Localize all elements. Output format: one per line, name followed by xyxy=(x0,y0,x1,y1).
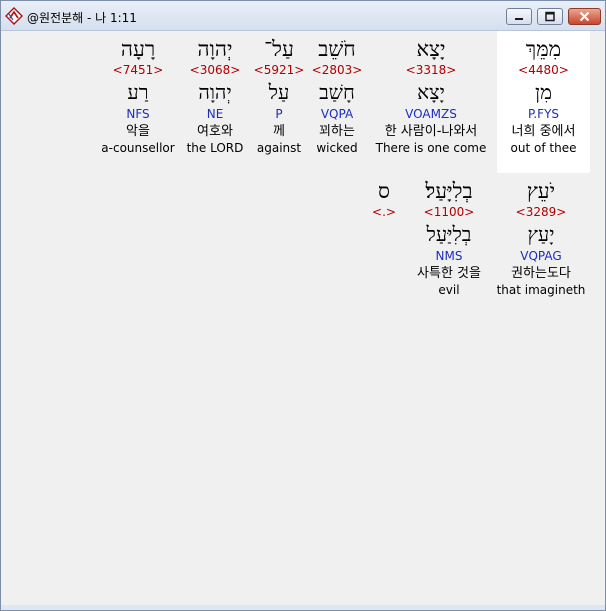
parsing-code: VOAMZS xyxy=(405,107,457,121)
hebrew-lemma: חָשַׁב xyxy=(319,80,355,104)
korean-gloss: 여호와 xyxy=(197,124,233,139)
hebrew-word: יֹעֵץ xyxy=(526,179,556,203)
hebrew-lemma: יָצָא xyxy=(417,80,445,104)
hebrew-word: יָצָא xyxy=(416,37,446,61)
english-gloss: There is one come xyxy=(375,141,487,155)
parsing-code: P.FYS xyxy=(527,107,560,121)
parsing-code: NE xyxy=(206,107,224,121)
word-column[interactable]: בְלִיָּעַל׃ <1100> בְלִיַּעַל NMS 사특한 것을… xyxy=(403,179,495,299)
maximize-icon xyxy=(545,11,555,22)
parsing-code: P xyxy=(275,107,283,121)
english-gloss: out of thee xyxy=(510,141,577,155)
english-gloss: the LORD xyxy=(186,141,244,155)
hebrew-word: יְהוָה xyxy=(197,37,233,61)
english-gloss: a-counsellor xyxy=(101,141,175,155)
korean-gloss: 너희 중에서 xyxy=(511,124,576,139)
app-logo-icon xyxy=(5,7,23,25)
word-column[interactable]: יֹעֵץ <3289> יָעַץ VQPAG 권하는도다 that imag… xyxy=(495,179,587,299)
english-gloss: evil xyxy=(438,283,460,297)
strong-number[interactable]: <.> xyxy=(369,205,399,221)
word-column[interactable]: מִמֵּךְ <4480> מִן P.FYS 너희 중에서 out of t… xyxy=(497,37,590,157)
english-gloss: against xyxy=(256,141,302,155)
strong-number[interactable]: <4480> xyxy=(497,63,590,79)
window: @원전분해 - 나 1:11 מִמֵּךְ <4480> מִן P.FYS … xyxy=(0,0,606,611)
hebrew-lemma: בְלִיַּעַל xyxy=(426,222,472,246)
hebrew-word: עַל־ xyxy=(264,37,294,61)
strong-number[interactable]: <7451> xyxy=(99,63,177,79)
korean-gloss: 권하는도다 xyxy=(511,266,571,281)
minimize-icon xyxy=(515,18,523,20)
strong-number[interactable]: <1100> xyxy=(403,205,495,221)
strong-number[interactable]: <3318> xyxy=(371,63,491,79)
english-gloss: wicked xyxy=(316,141,358,155)
hebrew-word: ס xyxy=(378,179,390,203)
hebrew-word: חֹשֵׁב xyxy=(318,37,356,61)
strong-number[interactable]: <5921> xyxy=(253,63,305,79)
strong-number[interactable]: <2803> xyxy=(309,63,365,79)
close-button[interactable] xyxy=(568,8,601,25)
korean-gloss: 악을 xyxy=(126,124,150,139)
strong-number[interactable]: <3289> xyxy=(495,205,587,221)
hebrew-lemma: רַע xyxy=(127,80,149,104)
word-column[interactable]: רָעָה <7451> רַע NFS 악을 a-counsellor xyxy=(99,37,177,157)
title-bar[interactable]: @원전분해 - 나 1:11 xyxy=(1,1,605,31)
korean-gloss: 사특한 것을 xyxy=(417,266,481,281)
korean-gloss: 꾀하는 xyxy=(319,124,355,139)
parsing-code: NFS xyxy=(126,107,150,121)
hebrew-word: רָעָה xyxy=(120,37,156,61)
maximize-button[interactable] xyxy=(537,8,563,25)
korean-gloss: 께 xyxy=(273,124,285,139)
strong-number[interactable]: <3068> xyxy=(183,63,247,79)
hebrew-lemma: יְהוָה xyxy=(198,80,232,104)
hebrew-word: מִמֵּךְ xyxy=(525,37,562,61)
parsing-code: VQPA xyxy=(320,107,354,121)
hebrew-lemma: עַל xyxy=(268,80,290,104)
interlinear-content: מִמֵּךְ <4480> מִן P.FYS 너희 중에서 out of t… xyxy=(5,31,603,607)
word-column[interactable]: יְהוָה <3068> יְהוָה NE 여호와 the LORD xyxy=(183,37,247,157)
parsing-code: NMS xyxy=(435,249,463,263)
word-column[interactable]: יָצָא <3318> יָצָא VOAMZS 한 사람이-나와서 Ther… xyxy=(371,37,491,157)
minimize-button[interactable] xyxy=(506,8,532,25)
word-column[interactable]: ס <.> xyxy=(369,179,399,221)
hebrew-lemma: מִן xyxy=(535,80,552,104)
window-bottom-border xyxy=(1,605,605,610)
close-icon xyxy=(579,11,590,22)
window-title: @원전분해 - 나 1:11 xyxy=(27,11,137,25)
korean-gloss: 한 사람이-나와서 xyxy=(384,124,478,139)
word-column[interactable]: חֹשֵׁב <2803> חָשַׁב VQPA 꾀하는 wicked xyxy=(309,37,365,157)
word-column[interactable]: עַל־ <5921> עַל P 께 against xyxy=(253,37,305,157)
hebrew-word: בְלִיָּעַל׃ xyxy=(425,179,473,203)
english-gloss: that imagineth xyxy=(496,283,586,297)
hebrew-lemma: יָעַץ xyxy=(527,222,555,246)
parsing-code: VQPAG xyxy=(520,249,562,263)
